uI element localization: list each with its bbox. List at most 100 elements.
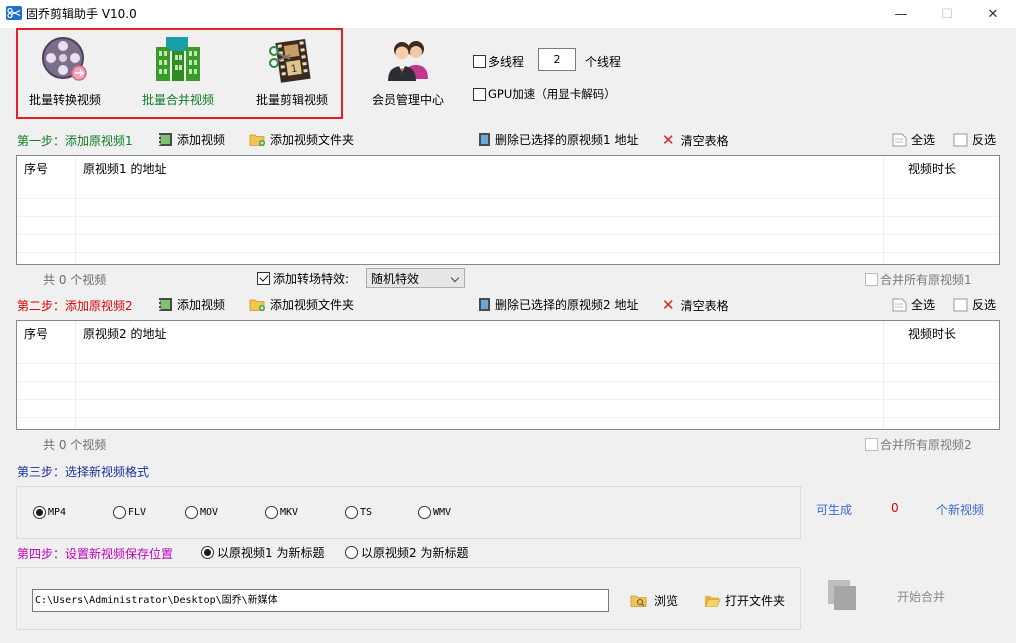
thread-count-input[interactable]: 2: [538, 48, 576, 71]
format-radio[interactable]: [265, 506, 278, 519]
format-radio[interactable]: [185, 506, 198, 519]
close-button[interactable]: ✕: [970, 0, 1016, 28]
step2-merge-all-option[interactable]: 合并所有原视频2: [865, 436, 972, 453]
multithread-checkbox[interactable]: [473, 55, 486, 68]
step1-clear-table-label: 清空表格: [680, 133, 729, 148]
title-option1-label: 以原视频1 为新标题: [217, 546, 325, 560]
step1-add-folder-button[interactable]: 添加视频文件夹: [249, 131, 354, 148]
format-option-ts[interactable]: TS: [345, 506, 372, 519]
minimize-icon: —: [894, 6, 908, 22]
format-radio[interactable]: [345, 506, 358, 519]
step2-add-folder-label: 添加视频文件夹: [270, 298, 355, 312]
multithread-label: 多线程: [488, 55, 525, 69]
step2-add-video-button[interactable]: 添加视频: [158, 296, 225, 313]
step2-label: 第二步：添加原视频2: [17, 299, 133, 313]
step3-label: 第三步：选择新视频格式: [17, 465, 150, 479]
step1-merge-all-checkbox[interactable]: [865, 273, 878, 286]
format-option-flv[interactable]: FLV: [113, 506, 146, 519]
format-label: WMV: [433, 507, 452, 518]
format-option-wmv[interactable]: WMV: [418, 506, 451, 519]
close-icon: ✕: [987, 6, 999, 22]
transition-checkbox[interactable]: [257, 272, 270, 285]
title-option1[interactable]: 以原视频1 为新标题: [201, 544, 324, 561]
transition-option[interactable]: 添加转场特效:: [257, 270, 349, 287]
add-video-icon: [159, 133, 172, 146]
transition-select-value: 随机特效: [371, 271, 420, 286]
title-option2[interactable]: 以原视频2 为新标题: [345, 544, 468, 561]
add-video-icon: [159, 298, 172, 311]
step2-invert-button[interactable]: 反选: [953, 296, 996, 313]
thread-unit-label: 个线程: [585, 55, 622, 69]
format-radio[interactable]: [418, 506, 431, 519]
step1-merge-all-label: 合并所有原视频1: [880, 273, 972, 287]
step2-add-folder-button[interactable]: 添加视频文件夹: [249, 296, 354, 313]
start-merge-label[interactable]: 开始合并: [897, 588, 945, 605]
step1-add-video-label: 添加视频: [177, 133, 226, 147]
format-radio[interactable]: [113, 506, 126, 519]
step4-label: 第四步：设置新视频保存位置: [17, 547, 174, 561]
start-merge-icon-button[interactable]: [826, 578, 860, 615]
step1-col-duration: 视频时长: [908, 162, 957, 176]
column-divider: [883, 156, 884, 264]
transition-label: 添加转场特效:: [273, 272, 350, 286]
title-option2-radio[interactable]: [345, 546, 358, 559]
film-strip-scissors-icon: 1: [269, 38, 311, 83]
row-divider: [17, 417, 999, 418]
browse-folder-icon: [630, 595, 647, 607]
format-option-mp4[interactable]: MP4: [33, 506, 66, 519]
step1-delete-selected-button[interactable]: 删除已选择的原视频1 地址: [478, 131, 638, 148]
step1-label: 第一步：添加原视频1: [17, 134, 133, 148]
step1-merge-all-option[interactable]: 合并所有原视频1: [865, 271, 972, 288]
batch-merge-button[interactable]: 批量合并视频: [128, 30, 228, 116]
step1-select-all-label: 全选: [911, 133, 936, 147]
step2-clear-table-button[interactable]: ✕ 清空表格: [662, 296, 729, 314]
open-folder-label: 打开文件夹: [725, 594, 786, 608]
step2-select-all-label: 全选: [911, 298, 936, 312]
title-bar: 固乔剪辑助手 V10.0 — ☐ ✕: [0, 0, 1016, 28]
format-radio[interactable]: [33, 506, 46, 519]
step1-video-list[interactable]: 序号 原视频1 的地址 视频时长: [16, 155, 1000, 265]
generate-unit-label: 个新视频: [936, 503, 985, 517]
step2-select-all-button[interactable]: 全选: [892, 296, 935, 313]
step1-add-video-button[interactable]: 添加视频: [158, 131, 225, 148]
save-path-input[interactable]: C:\Users\Administrator\Desktop\固乔\新媒体: [32, 589, 609, 612]
step2-video-list[interactable]: 序号 原视频2 的地址 视频时长: [16, 320, 1000, 430]
column-divider: [75, 156, 76, 264]
step2-col-index: 序号: [24, 327, 49, 341]
step2-count: 共 0 个视频: [43, 438, 107, 452]
gpu-option[interactable]: GPU加速（用显卡解码）: [473, 86, 616, 102]
batch-cut-button[interactable]: 1 批量剪辑视频: [242, 30, 342, 116]
row-divider: [17, 216, 999, 217]
open-folder-icon: [705, 596, 721, 607]
format-label: TS: [360, 507, 373, 518]
step2-delete-selected-button[interactable]: 删除已选择的原视频2 地址: [478, 296, 638, 313]
format-option-mkv[interactable]: MKV: [265, 506, 298, 519]
member-center-button[interactable]: 会员管理中心: [358, 30, 458, 116]
gpu-checkbox[interactable]: [473, 87, 486, 101]
batch-convert-button[interactable]: 批量转换视频: [15, 30, 115, 116]
transition-select[interactable]: 随机特效: [366, 268, 465, 288]
step1-select-all-button[interactable]: 全选: [892, 131, 935, 148]
window-title: 固乔剪辑助手 V10.0: [26, 7, 137, 21]
step2-add-video-label: 添加视频: [177, 298, 226, 312]
title-option1-radio[interactable]: [201, 546, 214, 559]
column-divider: [883, 321, 884, 429]
format-option-mov[interactable]: MOV: [185, 506, 218, 519]
step2-merge-all-checkbox[interactable]: [865, 438, 878, 451]
batch-cut-label: 批量剪辑视频: [255, 93, 328, 107]
step1-delete-selected-label: 删除已选择的原视频1 地址: [495, 133, 639, 147]
open-folder-button[interactable]: 打开文件夹: [704, 592, 785, 609]
browse-button[interactable]: 浏览: [630, 592, 678, 609]
step1-clear-table-button[interactable]: ✕ 清空表格: [662, 131, 729, 149]
step1-invert-button[interactable]: 反选: [953, 131, 996, 148]
maximize-button[interactable]: ☐: [924, 0, 970, 28]
users-icon: [388, 41, 428, 81]
merge-files-icon: [828, 580, 856, 610]
minimize-button[interactable]: —: [878, 0, 924, 28]
select-all-icon: [892, 298, 907, 311]
chevron-down-icon: [450, 273, 460, 283]
format-label: MOV: [200, 507, 219, 518]
multithread-option[interactable]: 多线程: [473, 53, 524, 70]
row-divider: [17, 234, 999, 235]
generate-count: 0: [891, 501, 899, 515]
